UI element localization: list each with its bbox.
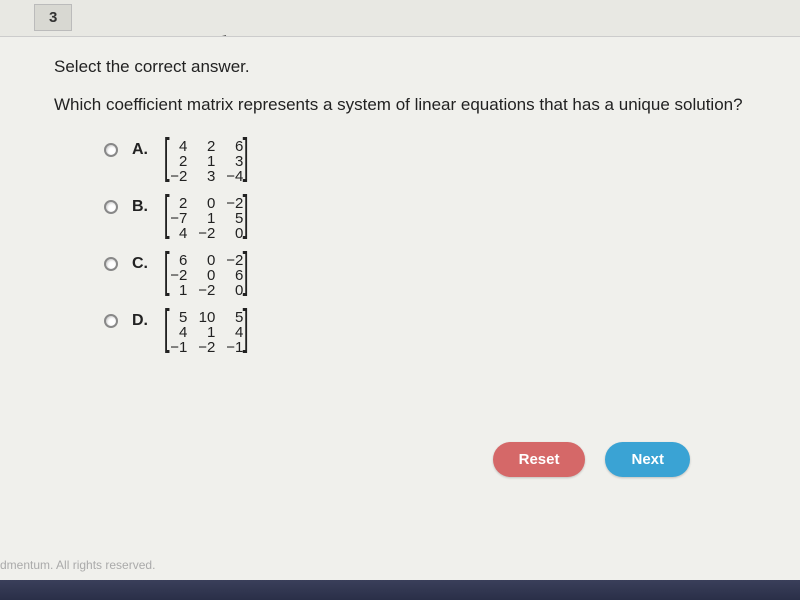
page-number-tab: 3 bbox=[34, 4, 72, 31]
option-c[interactable]: C. [ 60−2 −206 1−20 ] bbox=[104, 251, 746, 300]
matrix-c: [ 60−2 −206 1−20 ] bbox=[160, 251, 253, 300]
option-d[interactable]: D. [ 5105 414 −1−2−1 ] bbox=[104, 308, 746, 357]
option-a[interactable]: A. [ 426 213 −23−4 ] bbox=[104, 137, 746, 186]
radio-a[interactable] bbox=[104, 143, 118, 157]
radio-c[interactable] bbox=[104, 257, 118, 271]
option-label: B. bbox=[132, 198, 160, 216]
matrix-d: [ 5105 414 −1−2−1 ] bbox=[160, 308, 253, 357]
content-area: Select the correct answer. Which coeffic… bbox=[0, 36, 800, 600]
reset-button[interactable]: Reset bbox=[493, 442, 586, 477]
next-button[interactable]: Next bbox=[605, 442, 690, 477]
option-b[interactable]: B. [ 20−2 −715 4−20 ] bbox=[104, 194, 746, 243]
taskbar bbox=[0, 580, 800, 600]
footer-text: dmentum. All rights reserved. bbox=[0, 558, 155, 572]
instruction-text: Select the correct answer. bbox=[54, 57, 746, 77]
matrix-b: [ 20−2 −715 4−20 ] bbox=[160, 194, 253, 243]
radio-b[interactable] bbox=[104, 200, 118, 214]
action-buttons: Reset Next bbox=[493, 442, 690, 477]
option-label: D. bbox=[132, 312, 160, 330]
option-label: A. bbox=[132, 141, 160, 159]
options-group: A. [ 426 213 −23−4 ] B. [ 20−2 −715 4−20 bbox=[104, 137, 746, 357]
question-text: Which coefficient matrix represents a sy… bbox=[54, 95, 746, 115]
matrix-a: [ 426 213 −23−4 ] bbox=[160, 137, 253, 186]
radio-d[interactable] bbox=[104, 314, 118, 328]
option-label: C. bbox=[132, 255, 160, 273]
